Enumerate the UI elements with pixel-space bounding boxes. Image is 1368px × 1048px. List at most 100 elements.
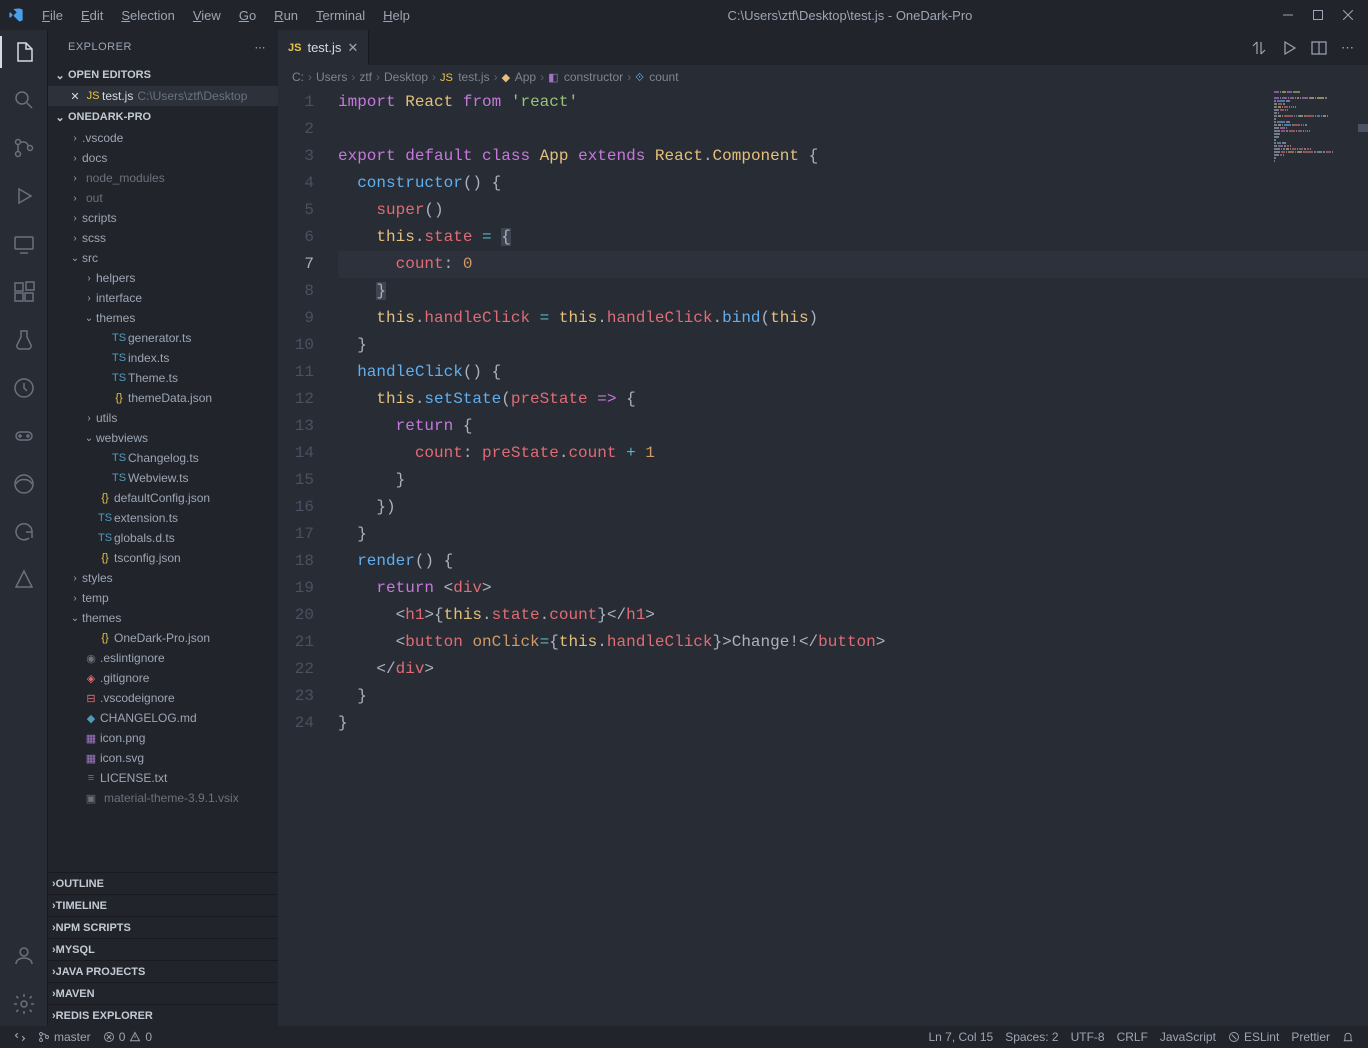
tree-item[interactable]: {}defaultConfig.json bbox=[48, 488, 278, 508]
code-line[interactable]: <h1>{this.state.count}</h1> bbox=[338, 602, 1368, 629]
timeline-icon[interactable] bbox=[0, 372, 48, 404]
problems[interactable]: 0 0 bbox=[97, 1030, 158, 1044]
code-line[interactable]: count: preState.count + 1 bbox=[338, 440, 1368, 467]
git-branch[interactable]: master bbox=[32, 1030, 97, 1044]
settings-gear-icon[interactable] bbox=[0, 988, 48, 1020]
sidebar-more-icon[interactable]: ⋯ bbox=[255, 41, 267, 54]
code-line[interactable]: handleClick() { bbox=[338, 359, 1368, 386]
section-redis-explorer[interactable]: ›REDIS EXPLORER bbox=[48, 1004, 278, 1026]
tree-item[interactable]: TSindex.ts bbox=[48, 348, 278, 368]
section-java-projects[interactable]: ›JAVA PROJECTS bbox=[48, 960, 278, 982]
tree-item[interactable]: ⌄src bbox=[48, 248, 278, 268]
code-line[interactable]: } bbox=[338, 332, 1368, 359]
tree-item[interactable]: ≡LICENSE.txt bbox=[48, 768, 278, 788]
code-line[interactable]: } bbox=[338, 278, 1368, 305]
cursor-position[interactable]: Ln 7, Col 15 bbox=[922, 1030, 999, 1044]
tree-item[interactable]: {}tsconfig.json bbox=[48, 548, 278, 568]
source-control-icon[interactable] bbox=[0, 132, 48, 164]
notifications-icon[interactable] bbox=[1336, 1031, 1360, 1043]
menu-run[interactable]: Run bbox=[266, 4, 306, 27]
game-icon[interactable] bbox=[0, 420, 48, 452]
prettier-status[interactable]: Prettier bbox=[1285, 1030, 1336, 1044]
project-section[interactable]: ⌄ ONEDARK-PRO bbox=[48, 106, 278, 128]
breadcrumb-item[interactable]: Desktop bbox=[384, 70, 428, 84]
code-line[interactable]: <button onClick={this.handleClick}>Chang… bbox=[338, 629, 1368, 656]
maximize-button[interactable] bbox=[1312, 9, 1324, 21]
split-editor-icon[interactable] bbox=[1311, 40, 1327, 56]
code-line[interactable] bbox=[338, 116, 1368, 143]
menu-file[interactable]: File bbox=[34, 4, 71, 27]
scrollbar-thumb[interactable] bbox=[1358, 124, 1368, 132]
open-editor-item[interactable]: ✕ JS test.js C:\Users\ztf\Desktop bbox=[48, 86, 278, 106]
tree-item[interactable]: ▦icon.png bbox=[48, 728, 278, 748]
tree-item[interactable]: ⊟.vscodeignore bbox=[48, 688, 278, 708]
run-icon[interactable] bbox=[1281, 40, 1297, 56]
tree-item[interactable]: ›temp bbox=[48, 588, 278, 608]
open-editors-section[interactable]: ⌄ OPEN EDITORS bbox=[48, 64, 278, 86]
more-icon[interactable]: ⋯ bbox=[1341, 40, 1354, 56]
code-line[interactable]: this.handleClick = this.handleClick.bind… bbox=[338, 305, 1368, 332]
breadcrumb-item[interactable]: C: bbox=[292, 70, 304, 84]
code-line[interactable]: return <div> bbox=[338, 575, 1368, 602]
tree-item[interactable]: ›node_modules bbox=[48, 168, 278, 188]
eol[interactable]: CRLF bbox=[1111, 1030, 1154, 1044]
indentation[interactable]: Spaces: 2 bbox=[999, 1030, 1064, 1044]
code-line[interactable]: this.setState(preState => { bbox=[338, 386, 1368, 413]
menu-go[interactable]: Go bbox=[231, 4, 264, 27]
close-icon[interactable]: ✕ bbox=[347, 40, 358, 56]
tree-item[interactable]: TSTheme.ts bbox=[48, 368, 278, 388]
azure-icon[interactable] bbox=[0, 564, 48, 596]
tree-item[interactable]: TSextension.ts bbox=[48, 508, 278, 528]
code-line[interactable]: super() bbox=[338, 197, 1368, 224]
code-line[interactable]: return { bbox=[338, 413, 1368, 440]
menu-terminal[interactable]: Terminal bbox=[308, 4, 373, 27]
code-line[interactable]: </div> bbox=[338, 656, 1368, 683]
breadcrumb-item[interactable]: Users bbox=[316, 70, 347, 84]
remote-explorer-icon[interactable] bbox=[0, 228, 48, 260]
code-line[interactable]: count: 0 bbox=[338, 251, 1368, 278]
remote-indicator[interactable] bbox=[8, 1031, 32, 1043]
tree-item[interactable]: TSglobals.d.ts bbox=[48, 528, 278, 548]
sync-icon[interactable] bbox=[0, 516, 48, 548]
code-line[interactable]: export default class App extends React.C… bbox=[338, 143, 1368, 170]
menu-view[interactable]: View bbox=[185, 4, 229, 27]
tree-item[interactable]: ›out bbox=[48, 188, 278, 208]
close-icon[interactable]: ✕ bbox=[66, 90, 84, 103]
menu-selection[interactable]: Selection bbox=[113, 4, 182, 27]
code-line[interactable]: import React from 'react' bbox=[338, 89, 1368, 116]
breadcrumb-item[interactable]: JS test.js bbox=[440, 70, 490, 84]
code-content[interactable]: import React from 'react' export default … bbox=[338, 89, 1368, 1026]
explorer-icon[interactable] bbox=[0, 36, 48, 68]
code-line[interactable]: render() { bbox=[338, 548, 1368, 575]
tree-item[interactable]: ▣material-theme-3.9.1.vsix bbox=[48, 788, 278, 808]
minimap[interactable] bbox=[1274, 91, 1354, 161]
close-button[interactable] bbox=[1342, 9, 1354, 21]
breadcrumb-item[interactable]: ◆ App bbox=[502, 70, 537, 84]
edge-icon[interactable] bbox=[0, 468, 48, 500]
menu-help[interactable]: Help bbox=[375, 4, 418, 27]
tree-item[interactable]: TSWebview.ts bbox=[48, 468, 278, 488]
extensions-icon[interactable] bbox=[0, 276, 48, 308]
breadcrumb-item[interactable]: ⟐ count bbox=[635, 70, 678, 85]
section-outline[interactable]: ›OUTLINE bbox=[48, 872, 278, 894]
tree-item[interactable]: ◈.gitignore bbox=[48, 668, 278, 688]
tree-item[interactable]: ›.vscode bbox=[48, 128, 278, 148]
tree-item[interactable]: ⌄webviews bbox=[48, 428, 278, 448]
menu-edit[interactable]: Edit bbox=[73, 4, 111, 27]
tree-item[interactable]: ◉.eslintignore bbox=[48, 648, 278, 668]
tree-item[interactable]: ›interface bbox=[48, 288, 278, 308]
code-line[interactable]: } bbox=[338, 467, 1368, 494]
tree-item[interactable]: ⌄themes bbox=[48, 608, 278, 628]
code-editor[interactable]: 123456789101112131415161718192021222324 … bbox=[278, 89, 1368, 1026]
tree-item[interactable]: ›styles bbox=[48, 568, 278, 588]
tree-item[interactable]: {}OneDark-Pro.json bbox=[48, 628, 278, 648]
tree-item[interactable]: TSgenerator.ts bbox=[48, 328, 278, 348]
code-line[interactable]: constructor() { bbox=[338, 170, 1368, 197]
section-maven[interactable]: ›MAVEN bbox=[48, 982, 278, 1004]
tree-item[interactable]: {}themeData.json bbox=[48, 388, 278, 408]
tree-item[interactable]: ›helpers bbox=[48, 268, 278, 288]
code-line[interactable]: }) bbox=[338, 494, 1368, 521]
tree-item[interactable]: ›scss bbox=[48, 228, 278, 248]
search-icon[interactable] bbox=[0, 84, 48, 116]
tree-item[interactable]: ›utils bbox=[48, 408, 278, 428]
